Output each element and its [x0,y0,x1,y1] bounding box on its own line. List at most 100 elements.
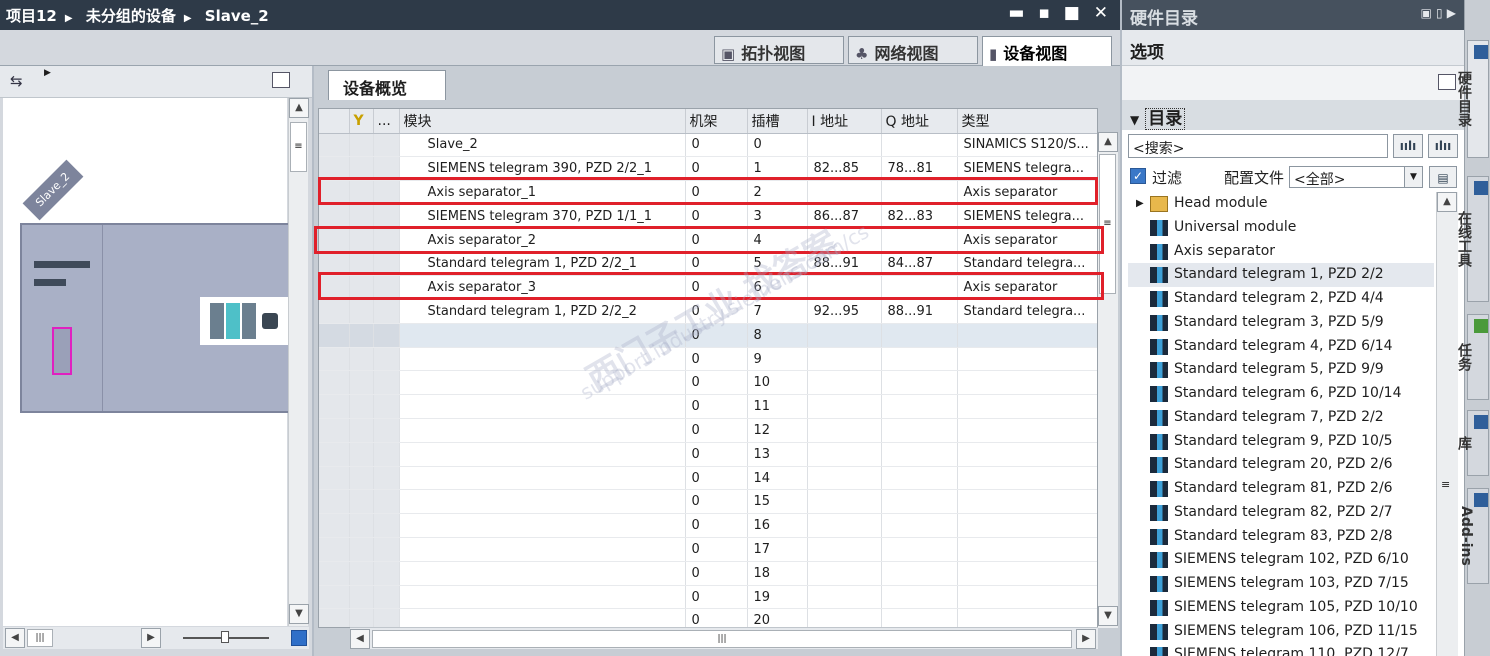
catalog-item[interactable]: SIEMENS telegram 106, PZD 11/15 [1128,620,1434,644]
table-row[interactable]: Slave_2 0 0 SINAMICS S120/S... [319,133,1097,158]
header-status-icon[interactable]: Y [349,109,374,134]
cell-q-address[interactable] [881,513,958,539]
overview-vscroll[interactable]: ▲ ≡ ▼ [1098,132,1118,628]
overview-toggle-icon[interactable] [272,72,290,88]
scroll-right-icon[interactable]: ▶ [141,628,161,648]
table-row[interactable]: 0 12 [319,418,1097,443]
cell-i-address[interactable] [807,489,882,515]
dropdown-arrow-icon[interactable]: ▼ [1404,167,1422,187]
cell-i-address[interactable] [807,133,882,158]
cell-i-address[interactable] [807,561,882,586]
device-canvas-vscroll[interactable]: ▲ ≡ ▼ [288,98,309,626]
cell-q-address[interactable] [881,347,958,372]
cell-module[interactable] [399,561,686,586]
cell-i-address[interactable] [807,608,882,627]
filter-checkbox[interactable]: ✓ [1130,168,1146,184]
table-row[interactable]: 0 13 [319,442,1097,467]
breadcrumb-project[interactable]: 项目12 [6,7,57,25]
breadcrumb-group[interactable]: 未分组的设备 [86,7,176,25]
cell-i-address[interactable] [807,418,882,443]
breadcrumb-device[interactable]: Slave_2 [205,7,269,25]
cell-type[interactable]: Standard telegra... [957,299,1097,324]
catalog-item[interactable]: Standard telegram 2, PZD 4/4 [1128,287,1434,311]
header-slot[interactable]: 插槽 [747,109,808,134]
cell-i-address[interactable] [807,513,882,539]
cell-type[interactable] [957,442,1097,467]
connector-port-icon[interactable] [52,327,72,375]
table-row[interactable]: 0 19 [319,585,1097,610]
scroll-right-icon[interactable]: ▶ [1076,629,1096,649]
catalog-item[interactable]: SIEMENS telegram 105, PZD 10/10 [1128,596,1434,620]
header-q-address[interactable]: Q 地址 [881,109,958,134]
cell-slot[interactable]: 15 [747,489,808,515]
header-more[interactable]: ... [373,109,400,134]
cell-q-address[interactable] [881,394,958,420]
cell-rack[interactable]: 0 [685,133,748,158]
cell-rack[interactable]: 0 [685,370,748,396]
cell-module[interactable] [399,442,686,467]
cell-q-address[interactable] [881,418,958,443]
cell-type[interactable] [957,370,1097,396]
catalog-item[interactable]: ▶ Head module [1128,192,1434,216]
cell-type[interactable] [957,466,1097,491]
catalog-item[interactable]: Standard telegram 81, PZD 2/6 [1128,477,1434,501]
catalog-item[interactable]: Standard telegram 83, PZD 2/8 [1128,525,1434,549]
catalog-item[interactable]: Standard telegram 3, PZD 5/9 [1128,311,1434,335]
cell-i-address[interactable]: 92...95 [807,299,882,324]
cell-module[interactable] [399,394,686,420]
zoom-slider-handle[interactable] [221,631,229,643]
cell-module[interactable] [399,513,686,539]
cell-slot[interactable]: 17 [747,537,808,562]
cell-q-address[interactable]: 88...91 [881,299,958,324]
cell-type[interactable] [957,323,1097,348]
cell-q-address[interactable] [881,537,958,562]
cell-slot[interactable]: 13 [747,442,808,467]
cell-rack[interactable]: 0 [685,394,748,420]
table-row[interactable]: 0 16 [319,513,1097,539]
profile-select[interactable]: <全部> ▼ [1289,166,1423,188]
header-i-address[interactable]: I 地址 [807,109,882,134]
cell-q-address[interactable] [881,133,958,158]
catalog-options-header[interactable]: 选项 [1122,30,1464,66]
catalog-search-input[interactable]: <搜索> [1128,134,1388,158]
cell-type[interactable] [957,347,1097,372]
cell-slot[interactable]: 20 [747,608,808,627]
table-row[interactable]: 0 15 [319,489,1097,515]
catalog-item[interactable]: SIEMENS telegram 102, PZD 6/10 [1128,548,1434,572]
catalog-item[interactable]: Axis separator [1128,240,1434,264]
cell-q-address[interactable] [881,608,958,627]
scroll-up-icon[interactable]: ▲ [1098,132,1118,152]
side-tab-libraries[interactable]: 库 [1456,410,1489,476]
cell-q-address[interactable] [881,466,958,491]
cell-module[interactable] [399,418,686,443]
cell-type[interactable]: SIEMENS telegra... [957,204,1097,229]
catalog-item[interactable]: Standard telegram 4, PZD 6/14 [1128,335,1434,359]
catalog-item[interactable]: Standard telegram 1, PZD 2/2 [1128,263,1434,287]
cell-i-address[interactable] [807,442,882,467]
network-connect-icon[interactable]: ⇆ [10,72,23,90]
cell-rack[interactable]: 0 [685,608,748,627]
cell-slot[interactable]: 3 [747,204,808,229]
cell-slot[interactable]: 19 [747,585,808,610]
cell-slot[interactable]: 11 [747,394,808,420]
table-row[interactable]: 0 10 [319,370,1097,396]
cell-type[interactable] [957,418,1097,443]
cell-rack[interactable]: 0 [685,347,748,372]
window-buttons[interactable]: ▬ ▪ ■ ✕ [1008,3,1112,23]
catalog-window-buttons[interactable]: ▣ ▯ ▶ [1420,6,1456,20]
expand-arrow-icon[interactable]: ▶ [44,68,51,78]
table-row[interactable]: 0 18 [319,561,1097,586]
side-tab-hardware-catalog[interactable]: 硬件目录 [1456,40,1489,158]
table-row[interactable]: 0 17 [319,537,1097,562]
header-rack[interactable]: 机架 [685,109,748,134]
search-down-icon[interactable]: ıılı [1393,134,1423,158]
cell-rack[interactable]: 0 [685,466,748,491]
cell-i-address[interactable] [807,537,882,562]
cell-rack[interactable]: 0 [685,418,748,443]
cell-module[interactable] [399,489,686,515]
scroll-thumb[interactable]: ||| [27,629,53,647]
catalog-item[interactable]: Standard telegram 7, PZD 2/2 [1128,406,1434,430]
cell-type[interactable] [957,394,1097,420]
scroll-thumb[interactable]: ≡ [290,122,307,172]
cell-q-address[interactable] [881,370,958,396]
